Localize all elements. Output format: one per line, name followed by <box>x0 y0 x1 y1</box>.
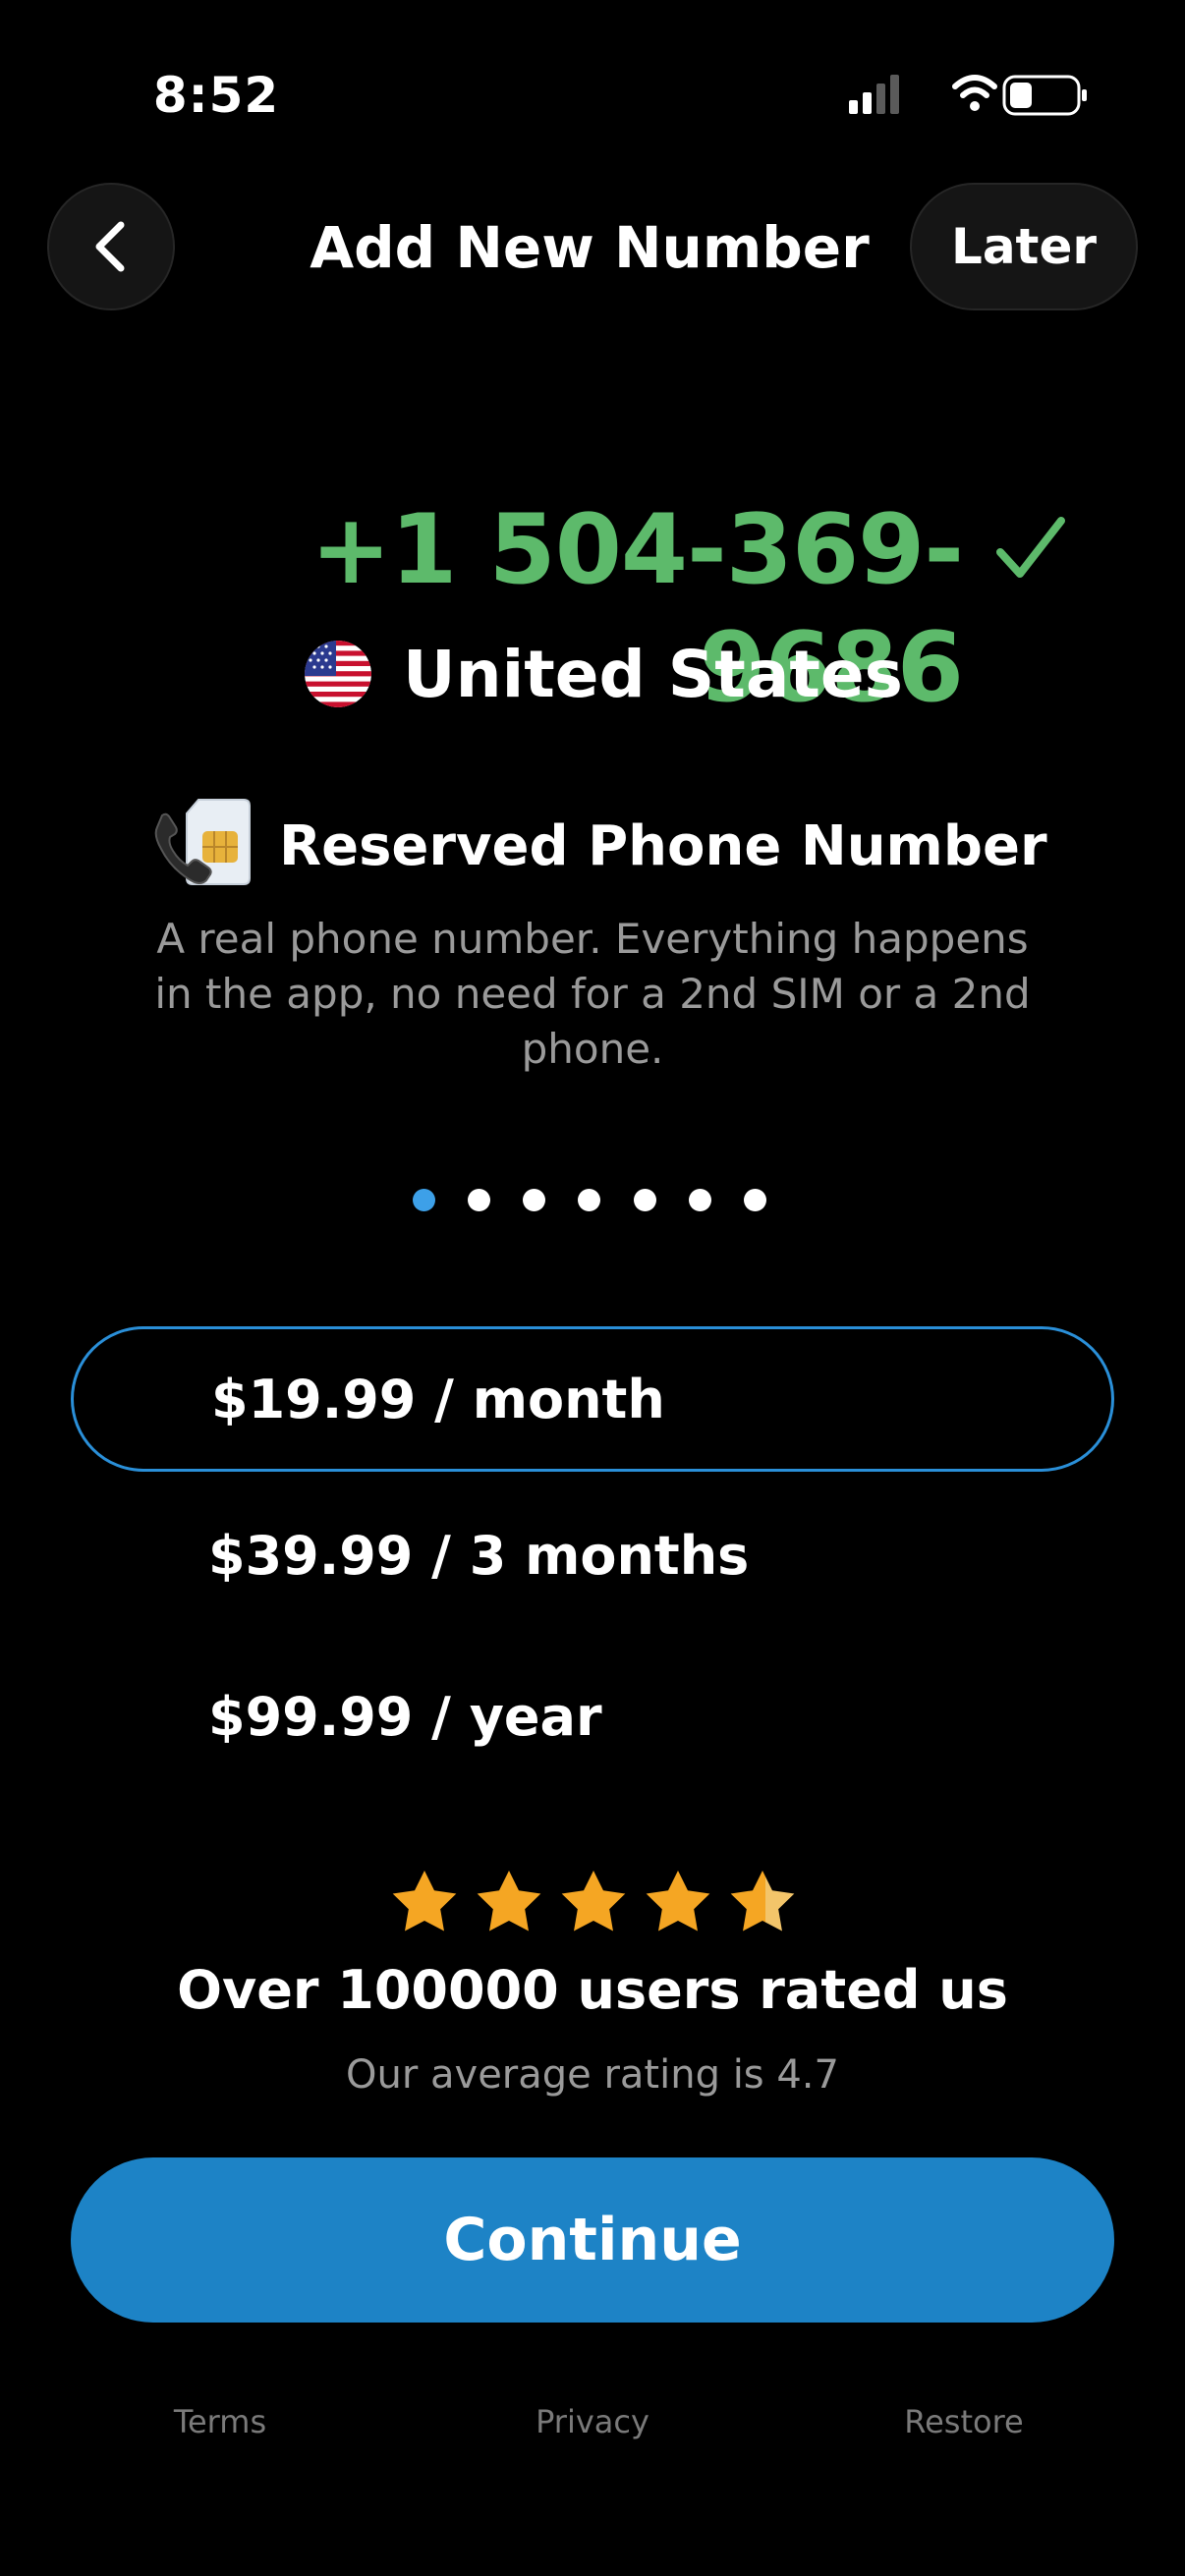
plan-monthly-option[interactable]: $19.99 / month <box>71 1326 1114 1472</box>
rating-title: Over 100000 users rated us <box>177 1959 1008 2021</box>
country-name: United States <box>403 637 903 712</box>
restore-link[interactable]: Restore <box>817 2397 1111 2446</box>
battery-icon <box>1002 75 1087 116</box>
later-button[interactable]: Later <box>910 183 1138 310</box>
star-icon <box>646 1871 710 1932</box>
star-icon <box>392 1871 457 1932</box>
check-icon <box>996 517 1065 578</box>
wifi-icon <box>952 75 997 111</box>
pagination-dot[interactable] <box>633 1188 656 1211</box>
pagination-dot-active[interactable] <box>413 1188 435 1211</box>
pagination-dot[interactable] <box>468 1188 491 1211</box>
rating-stars <box>392 1871 795 1932</box>
pagination-dot[interactable] <box>523 1188 546 1211</box>
pagination-dot[interactable] <box>578 1188 601 1211</box>
chevron-left-icon <box>95 221 125 272</box>
star-icon <box>477 1871 541 1932</box>
privacy-link[interactable]: Privacy <box>445 2397 740 2446</box>
status-time: 8:52 <box>152 67 280 124</box>
star-partial-icon <box>730 1871 795 1932</box>
continue-button[interactable]: Continue <box>71 2157 1114 2323</box>
plan-yearly-option[interactable]: $99.99 / year <box>71 1647 1114 1792</box>
plan-quarterly-option[interactable]: $39.99 / 3 months <box>71 1485 1114 1631</box>
status-icons <box>849 75 1087 116</box>
feature-description: A real phone number. Everything happens … <box>154 915 1031 1073</box>
page-title: Add New Number <box>310 214 870 281</box>
feature-title: Reserved Phone Number <box>279 814 1047 878</box>
back-button[interactable] <box>47 183 175 310</box>
terms-link[interactable]: Terms <box>73 2397 367 2446</box>
phone-sim-icon <box>154 799 251 885</box>
pagination-dot[interactable] <box>688 1188 711 1211</box>
star-icon <box>561 1871 626 1932</box>
phone-number: +1 504-369-9686 <box>310 494 964 724</box>
cellular-signal-icon <box>849 75 899 114</box>
us-flag-icon <box>305 641 371 707</box>
rating-subtitle: Our average rating is 4.7 <box>346 2052 839 2098</box>
pagination-dot[interactable] <box>743 1188 766 1211</box>
pagination-dots <box>413 1185 766 1214</box>
